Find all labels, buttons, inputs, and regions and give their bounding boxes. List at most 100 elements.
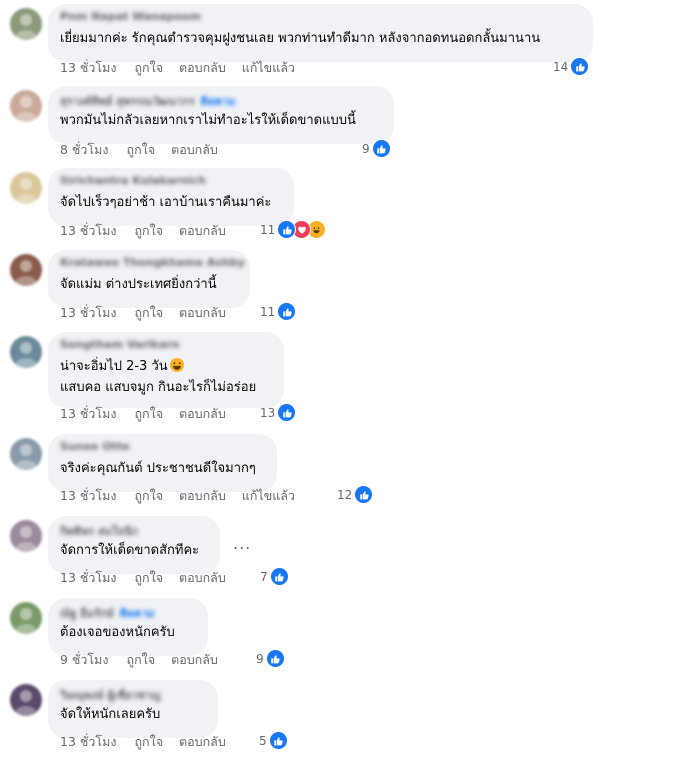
comment-timestamp: 13 ชั่วโมง <box>60 60 117 75</box>
like-icon <box>269 567 289 586</box>
author-name[interactable]: วิษณุพงษ์ ผู้เชี่ยวชาญ <box>60 689 161 702</box>
comment: วิษณุพงษ์ ผู้เชี่ยวชาญ จัดให้หนักเลยครับ 1… <box>0 680 681 760</box>
comment-timestamp: 9 ชั่วโมง <box>60 652 109 667</box>
comment: Kratawee Thongkhame Ashby จัดแม่ม ต่างประ… <box>0 250 681 331</box>
reply-button[interactable]: ตอบกลับ <box>171 652 218 667</box>
comment-text-line: น่าจะอิ่มไป 2-3 วัน <box>60 359 168 374</box>
reply-button[interactable]: ตอบกลับ <box>179 734 226 749</box>
comment-author[interactable]: กิตติพร สมใจนึก <box>60 522 138 540</box>
comment-text: จัดให้หนักเลยครับ <box>60 704 160 725</box>
reply-button[interactable]: ตอบกลับ <box>179 488 226 503</box>
reaction-summary[interactable]: 11 <box>260 220 327 239</box>
reaction-summary[interactable]: 14 <box>553 57 590 76</box>
edited-label[interactable]: แก้ไขแล้ว <box>242 488 295 503</box>
comment-actions: 13 ชั่วโมง ถูกใจ ตอบกลับ <box>60 221 242 241</box>
follow-link[interactable]: ติดตาม <box>201 95 236 108</box>
reaction-summary[interactable]: 12 <box>337 485 374 504</box>
avatar[interactable] <box>10 684 42 716</box>
comment-actions: 13 ชั่วโมง ถูกใจ ตอบกลับ แก้ไขแล้ว <box>60 486 311 506</box>
like-icon <box>277 302 297 321</box>
comment: Pnm Napat Wanapoom เยี่ยมมากค่ะ รักคุณตำร… <box>0 4 681 86</box>
like-button[interactable]: ถูกใจ <box>134 488 163 503</box>
reaction-summary[interactable]: 7 <box>260 567 289 586</box>
author-name[interactable]: สุรางค์ทิพย์ สุพรรณวัฒนากร <box>60 95 195 108</box>
author-name[interactable]: Kratawee Thongkhame Ashby <box>60 256 245 269</box>
comment-timestamp: 8 ชั่วโมง <box>60 142 109 157</box>
comment-text-line: แสบคอ แสบจมูก กินอะไรก็ไม่อร่อย <box>60 380 257 395</box>
reaction-summary[interactable]: 9 <box>362 139 391 158</box>
like-icon <box>277 403 297 422</box>
avatar[interactable] <box>10 602 42 634</box>
comment-bubble: ณัฐ อิ่มรักษ์ ติดตาม ต้องเจอของหนักครับ <box>48 598 208 656</box>
avatar[interactable] <box>10 520 42 552</box>
reaction-summary[interactable]: 9 <box>256 649 285 668</box>
avatar[interactable] <box>10 172 42 204</box>
like-button[interactable]: ถูกใจ <box>127 652 156 667</box>
comment-author[interactable]: Sirichantra Kulakarnich <box>60 174 206 187</box>
comment-timestamp: 13 ชั่วโมง <box>60 223 117 238</box>
like-button[interactable]: ถูกใจ <box>134 734 163 749</box>
comment-text-line: เยี่ยมมากค่ะ รักคุณตำรวจคุมฝูงชนเลย พวกท… <box>60 31 541 46</box>
rofl-emoji-icon <box>169 358 184 372</box>
like-button[interactable]: ถูกใจ <box>134 570 163 585</box>
comment-author[interactable]: ณัฐ อิ่มรักษ์ ติดตาม <box>60 604 155 622</box>
comment-text-line: จัดไปเร็วๆอย่าช้า เอาบ้านเราคืนมาค่ะ <box>60 195 272 210</box>
comment-timestamp: 13 ชั่วโมง <box>60 406 117 421</box>
comment-author[interactable]: Sunee Otte <box>60 440 130 453</box>
like-button[interactable]: ถูกใจ <box>134 305 163 320</box>
reply-button[interactable]: ตอบกลับ <box>179 406 226 421</box>
comment: Sunee Otte จริงค่ะคุณกันต์ ประชาชนดีใจมาก… <box>0 434 681 514</box>
reaction-summary[interactable]: 11 <box>260 302 297 321</box>
comment-text-line: พวกมันไม่กลัวเลยหากเราไม่ทำอะไรให้เด็ดขา… <box>60 113 356 128</box>
reply-button[interactable]: ตอบกลับ <box>171 142 218 157</box>
author-name[interactable]: กิตติพร สมใจนึก <box>60 525 138 538</box>
like-button[interactable]: ถูกใจ <box>127 142 156 157</box>
like-button[interactable]: ถูกใจ <box>134 406 163 421</box>
comment-bubble: Kratawee Thongkhame Ashby จัดแม่ม ต่างประ… <box>48 250 250 308</box>
comment-bubble: กิตติพร สมใจนึกจัดการให้เด็ดขาดสักทีคะ <box>48 516 220 574</box>
comment-actions: 13 ชั่วโมง ถูกใจ ตอบกลับ <box>60 732 242 752</box>
author-name[interactable]: Songtham Varikarn <box>60 338 180 351</box>
comment-bubble: Sirichantra Kulakarnich จัดไปเร็วๆอย่าช้า… <box>48 168 294 226</box>
comment-actions: 13 ชั่วโมง ถูกใจ ตอบกลับ แก้ไขแล้ว <box>60 58 311 78</box>
author-name[interactable]: Pnm Napat Wanapoom <box>60 10 201 23</box>
author-name[interactable]: Sunee Otte <box>60 440 130 453</box>
avatar[interactable] <box>10 336 42 368</box>
avatar[interactable] <box>10 8 42 40</box>
comment-text: จัดแม่ม ต่างประเทศยิ่งกว่านี้ <box>60 274 217 295</box>
author-name[interactable]: ณัฐ อิ่มรักษ์ <box>60 607 114 620</box>
avatar[interactable] <box>10 90 42 122</box>
reply-button[interactable]: ตอบกลับ <box>179 305 226 320</box>
comment: Sirichantra Kulakarnich จัดไปเร็วๆอย่าช้า… <box>0 168 681 249</box>
comment-text: จัดไปเร็วๆอย่าช้า เอาบ้านเราคืนมาค่ะ <box>60 192 271 213</box>
reaction-count: 5 <box>259 733 267 748</box>
reply-button[interactable]: ตอบกลับ <box>179 223 226 238</box>
comment-actions: 9 ชั่วโมง ถูกใจ ตอบกลับ <box>60 650 234 670</box>
avatar[interactable] <box>10 254 42 286</box>
like-button[interactable]: ถูกใจ <box>134 60 163 75</box>
comment: ณัฐ อิ่มรักษ์ ติดตาม ต้องเจอของหนักครับ 9 ช… <box>0 598 681 678</box>
comment-text-line: จัดการให้เด็ดขาดสักทีคะ <box>60 543 200 558</box>
edited-label[interactable]: แก้ไขแล้ว <box>242 60 295 75</box>
comment-author[interactable]: Songtham Varikarn <box>60 338 180 351</box>
comment-author[interactable]: Pnm Napat Wanapoom <box>60 10 201 23</box>
comment-author[interactable]: Kratawee Thongkhame Ashby <box>60 256 245 269</box>
reaction-count: 9 <box>256 651 264 666</box>
comment-author[interactable]: สุรางค์ทิพย์ สุพรรณวัฒนากร ติดตาม <box>60 92 236 110</box>
author-name[interactable]: Sirichantra Kulakarnich <box>60 174 206 187</box>
reaction-summary[interactable]: 13 <box>260 403 297 422</box>
reply-button[interactable]: ตอบกลับ <box>179 570 226 585</box>
follow-link[interactable]: ติดตาม <box>120 607 155 620</box>
comment-author[interactable]: วิษณุพงษ์ ผู้เชี่ยวชาญ <box>60 686 161 704</box>
avatar[interactable] <box>10 438 42 470</box>
comment-bubble: สุรางค์ทิพย์ สุพรรณวัฒนากร ติดตามพวกมันไม… <box>48 86 394 144</box>
more-options-button[interactable]: ... <box>233 534 251 553</box>
like-button[interactable]: ถูกใจ <box>134 223 163 238</box>
comment-timestamp: 13 ชั่วโมง <box>60 488 117 503</box>
comment-text-line: จัดแม่ม ต่างประเทศยิ่งกว่านี้ <box>60 277 217 292</box>
reply-button[interactable]: ตอบกลับ <box>179 60 226 75</box>
comment-actions: 13 ชั่วโมง ถูกใจ ตอบกลับ <box>60 568 242 588</box>
comment: Songtham Varikarn น่าจะอิ่มไป 2-3 วันแสบค… <box>0 332 681 432</box>
comment-text-line: จริงค่ะคุณกันต์ ประชาชนดีใจมากๆ <box>60 461 256 476</box>
reaction-summary[interactable]: 5 <box>259 731 288 750</box>
